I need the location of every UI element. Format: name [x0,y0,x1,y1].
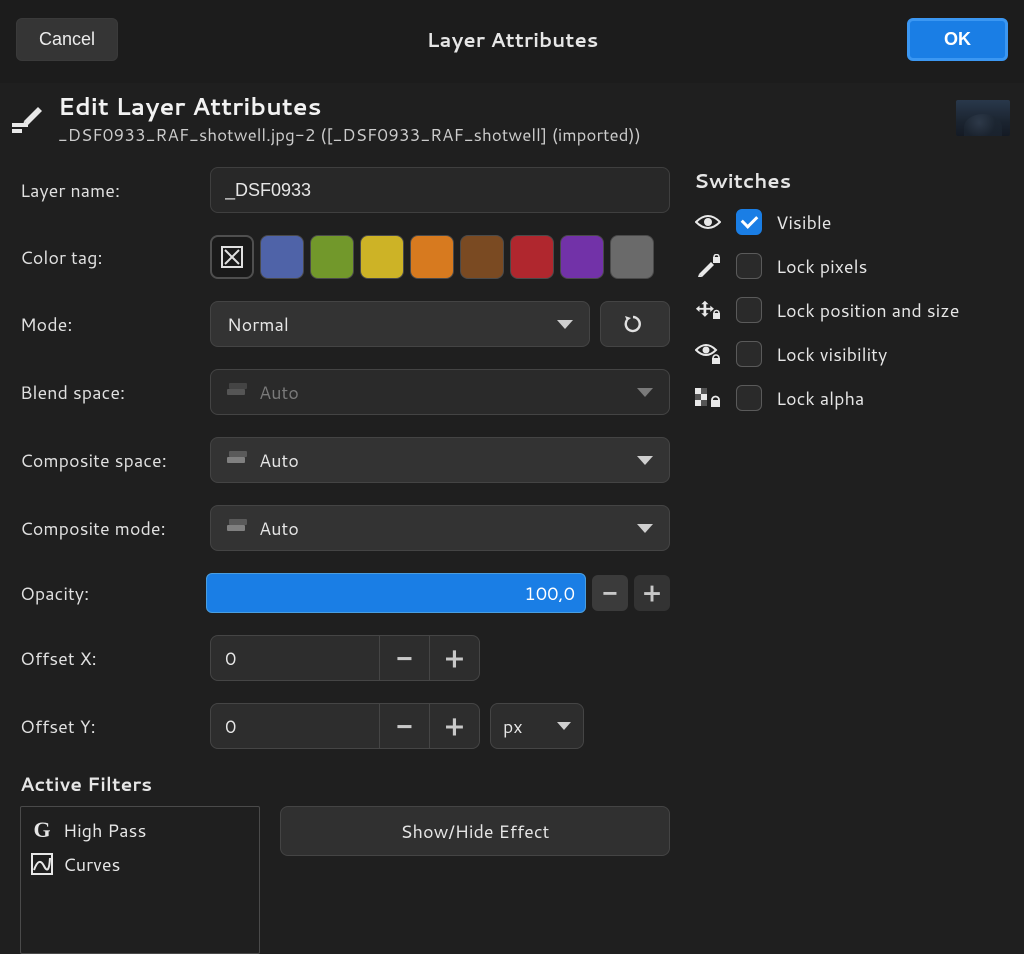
chevron-down-icon [637,456,653,465]
curves-icon [29,851,55,877]
composite-mode-select[interactable]: Auto [210,505,670,551]
blend-space-value: Auto [259,379,299,405]
subheader: Edit Layer Attributes _DSF0933_RAF_shotw… [0,83,1024,163]
gegl-icon: G [29,817,55,843]
dialog-title: Layer Attributes [427,26,599,54]
blend-space-select[interactable]: Auto [210,369,670,415]
mode-value: Normal [227,311,289,337]
color-tag-orange[interactable] [410,235,454,279]
offset-unit-select[interactable]: px [490,703,584,749]
alpha-lock-icon [694,386,722,410]
offset-x-decrease-button[interactable]: − [379,635,429,681]
mode-select[interactable]: Normal [210,301,590,347]
offset-y-label: Offset Y: [20,713,200,739]
lock-alpha-checkbox[interactable] [736,385,762,411]
offset-y-increase-button[interactable]: + [429,703,479,749]
mode-label: Mode: [20,311,200,337]
move-lock-icon [694,298,722,322]
layer-name-label: Layer name: [20,177,200,203]
layer-name-input[interactable] [225,180,655,201]
lock-pixels-label: Lock pixels [776,253,868,279]
reset-icon [622,313,644,335]
subheader-title: Edit Layer Attributes [58,89,641,123]
color-tag-label: Color tag: [20,244,200,270]
color-tag-blue[interactable] [260,235,304,279]
switch-row-visible: Visible [694,209,1006,235]
lock-pixels-checkbox[interactable] [736,253,762,279]
layer-thumbnail [956,100,1010,136]
subheader-path: _DSF0933_RAF_shotwell.jpg-2 ([_DSF0933_R… [58,123,641,147]
color-tag-green[interactable] [310,235,354,279]
offset-x-field[interactable]: 0 − + [210,635,480,681]
ok-button[interactable]: OK [907,18,1008,61]
switch-row-lock-position: Lock position and size [694,297,1006,323]
color-tag-none[interactable] [210,235,254,279]
offset-x-label: Offset X: [20,645,200,671]
layers-icon [227,451,249,469]
composite-space-label: Composite space: [20,447,200,473]
opacity-decrease-button[interactable]: − [592,575,628,611]
color-tag-purple[interactable] [560,235,604,279]
right-column: Switches Visible Lock pixels Lock positi… [694,167,1006,954]
cancel-button[interactable]: Cancel [16,18,118,61]
offset-y-value: 0 [211,713,379,739]
filter-item-label: High Pass [63,817,146,843]
switch-row-lock-visibility: Lock visibility [694,341,1006,367]
lock-visibility-checkbox[interactable] [736,341,762,367]
chevron-down-icon [637,388,653,397]
lock-visibility-label: Lock visibility [776,341,887,367]
left-column: Layer name: Color tag: [20,167,670,954]
lock-position-checkbox[interactable] [736,297,762,323]
edit-layer-icon [8,99,46,137]
offset-unit-value: px [503,713,523,739]
color-tag-yellow[interactable] [360,235,404,279]
visible-label: Visible [776,209,832,235]
composite-space-value: Auto [259,447,299,473]
active-filters-label: Active Filters [20,771,670,798]
eye-icon [694,210,722,234]
filter-list[interactable]: G High Pass Curves [20,806,260,954]
composite-mode-label: Composite mode: [20,515,200,541]
eye-lock-icon [694,342,722,366]
color-tag-brown[interactable] [460,235,504,279]
blend-space-label: Blend space: [20,379,200,405]
composite-mode-value: Auto [259,515,299,541]
color-tag-red[interactable] [510,235,554,279]
offset-y-decrease-button[interactable]: − [379,703,429,749]
switches-title: Switches [694,167,1006,195]
dialog-header: Cancel Layer Attributes OK [0,0,1024,83]
lock-position-label: Lock position and size [776,297,959,323]
filter-item-curves[interactable]: Curves [23,847,257,881]
layers-icon [227,383,249,401]
opacity-value: 100,0 [524,580,575,606]
chevron-down-icon [637,524,653,533]
layers-icon [227,519,249,537]
offset-x-value: 0 [211,645,379,671]
opacity-increase-button[interactable]: + [634,575,670,611]
opacity-label: Opacity: [20,580,200,606]
filter-item-label: Curves [63,851,120,877]
offset-y-field[interactable]: 0 − + [210,703,480,749]
switch-row-lock-alpha: Lock alpha [694,385,1006,411]
chevron-down-icon [557,320,573,329]
show-hide-effect-button[interactable]: Show/Hide Effect [280,806,670,856]
switch-row-lock-pixels: Lock pixels [694,253,1006,279]
color-tag-gray[interactable] [610,235,654,279]
chevron-down-icon [557,722,571,730]
lock-alpha-label: Lock alpha [776,385,864,411]
subheader-text: Edit Layer Attributes _DSF0933_RAF_shotw… [58,89,641,147]
composite-space-select[interactable]: Auto [210,437,670,483]
opacity-slider[interactable]: 100,0 [206,573,586,613]
filter-item-high-pass[interactable]: G High Pass [23,813,257,847]
color-tag-swatches [210,235,654,279]
brush-lock-icon [694,254,722,278]
visible-checkbox[interactable] [736,209,762,235]
mode-reset-button[interactable] [600,301,670,347]
offset-x-increase-button[interactable]: + [429,635,479,681]
layer-name-field[interactable] [210,167,670,213]
